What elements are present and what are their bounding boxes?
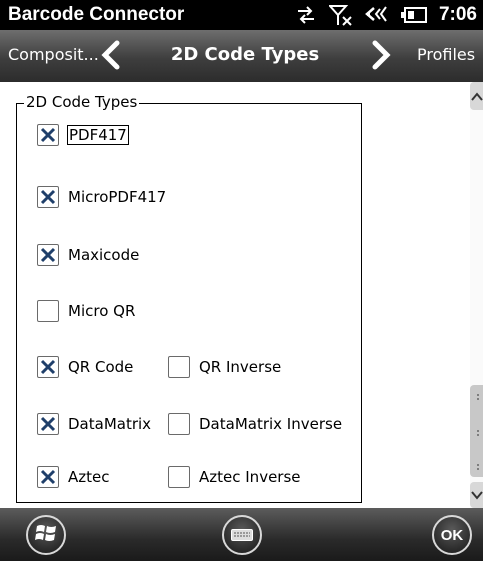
checkbox-box[interactable]: [37, 244, 59, 266]
checkbox-aztec-inverse[interactable]: Aztec Inverse: [168, 466, 301, 488]
checkbox-label: PDF417: [67, 125, 129, 145]
checkbox-box[interactable]: [37, 300, 59, 322]
checkbox-aztec[interactable]: Aztec: [37, 466, 110, 488]
checkbox-micro-qr[interactable]: Micro QR: [37, 300, 135, 322]
vertical-scrollbar[interactable]: [470, 82, 483, 508]
content-area: 2D Code Types PDF417 MicroPDF417 Maxicod…: [0, 82, 483, 508]
checkbox-label: Aztec: [68, 468, 110, 486]
keyboard-button[interactable]: [222, 515, 262, 555]
checkbox-datamatrix[interactable]: DataMatrix: [37, 413, 151, 435]
page-title: 2D Code Types: [170, 44, 320, 65]
checkbox-label: QR Inverse: [199, 358, 282, 376]
checkbox-label: QR Code: [68, 358, 134, 376]
checkbox-box[interactable]: [37, 186, 59, 208]
scroll-down-button[interactable]: [470, 482, 483, 508]
checkbox-label: Maxicode: [68, 246, 140, 264]
checkbox-label: Aztec Inverse: [199, 468, 301, 486]
clock[interactable]: 7:06: [439, 4, 477, 26]
checkbox-box[interactable]: [37, 466, 59, 488]
scroll-thumb[interactable]: [470, 385, 483, 477]
keyboard-icon: [231, 526, 253, 545]
checkbox-box[interactable]: [37, 356, 59, 378]
bottom-bar: OK: [0, 508, 483, 561]
speaker-icon[interactable]: [365, 6, 389, 24]
checkbox-qr-code[interactable]: QR Code: [37, 356, 133, 378]
checkbox-box[interactable]: [37, 124, 59, 146]
checkbox-box[interactable]: [37, 413, 59, 435]
groupbox-legend: 2D Code Types: [24, 93, 140, 111]
checkbox-box[interactable]: [168, 466, 190, 488]
status-icons: 7:06: [295, 3, 477, 27]
checkbox-label: MicroPDF417: [68, 188, 167, 206]
checkbox-label: Micro QR: [68, 302, 136, 320]
app-title: Barcode Connector: [8, 4, 185, 25]
chevron-right-icon[interactable]: [371, 40, 393, 74]
battery-icon[interactable]: [400, 7, 427, 23]
checkbox-maxicode[interactable]: Maxicode: [37, 244, 139, 266]
data-sync-icon[interactable]: [295, 6, 317, 24]
checkbox-qr-inverse[interactable]: QR Inverse: [168, 356, 281, 378]
scroll-up-button[interactable]: [470, 82, 483, 110]
nav-bar: Composit... 2D Code Types Profiles: [0, 30, 483, 82]
checkbox-label: DataMatrix: [68, 415, 152, 433]
status-bar: Barcode Connector 7:06: [0, 0, 483, 30]
nav-next-label[interactable]: Profiles: [417, 45, 475, 64]
checkbox-label: DataMatrix Inverse: [199, 415, 343, 433]
no-signal-icon[interactable]: [328, 4, 353, 26]
checkbox-box[interactable]: [168, 356, 190, 378]
start-button[interactable]: [26, 515, 66, 555]
checkbox-micropdf417[interactable]: MicroPDF417: [37, 186, 166, 208]
checkbox-pdf417[interactable]: PDF417: [37, 124, 129, 146]
chevron-left-icon[interactable]: [99, 40, 121, 74]
checkbox-box[interactable]: [168, 413, 190, 435]
checkbox-datamatrix-inverse[interactable]: DataMatrix Inverse: [168, 413, 342, 435]
nav-prev-label[interactable]: Composit...: [8, 45, 99, 64]
windows-logo-icon: [35, 523, 57, 547]
ok-button[interactable]: OK: [432, 515, 472, 555]
ok-button-label: OK: [440, 526, 464, 544]
